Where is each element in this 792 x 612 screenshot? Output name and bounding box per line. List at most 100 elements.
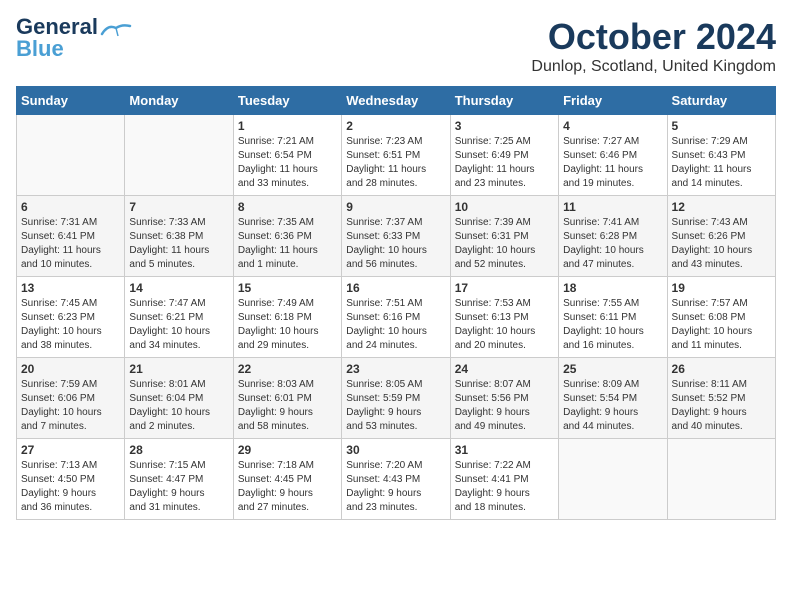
day-detail: Sunrise: 7:41 AMSunset: 6:28 PMDaylight:… — [563, 216, 662, 272]
day-number: 13 — [21, 281, 120, 295]
day-detail: Sunrise: 7:27 AMSunset: 6:46 PMDaylight:… — [563, 135, 662, 191]
day-number: 14 — [129, 281, 228, 295]
day-number: 8 — [238, 200, 337, 214]
day-number: 23 — [346, 362, 445, 376]
calendar-cell: 29Sunrise: 7:18 AMSunset: 4:45 PMDayligh… — [233, 439, 341, 520]
day-detail: Sunrise: 7:22 AMSunset: 4:41 PMDaylight:… — [455, 459, 554, 515]
calendar-cell: 15 Sunrise: 7:49 AMSunset: 6:18 PMDayligh… — [233, 277, 341, 358]
day-number: 29 — [238, 443, 337, 457]
day-detail: Sunrise: 7:20 AMSunset: 4:43 PMDaylight:… — [346, 459, 445, 515]
day-detail: Sunrise: 7:33 AMSunset: 6:38 PMDaylight:… — [129, 216, 228, 272]
day-detail: Sunrise: 8:11 AMSunset: 5:52 PMDaylight:… — [672, 378, 771, 434]
day-number: 3 — [455, 119, 554, 133]
day-detail: Sunrise: 7:57 AMSunset: 6:08 PMDaylight:… — [672, 297, 771, 353]
day-number: 21 — [129, 362, 228, 376]
calendar-cell: 17 Sunrise: 7:53 AMSunset: 6:13 PMDayligh… — [450, 277, 558, 358]
day-detail: Sunrise: 7:15 AMSunset: 4:47 PMDaylight:… — [129, 459, 228, 515]
calendar-cell: 14Sunrise: 7:47 AMSunset: 6:21 PMDayligh… — [125, 277, 233, 358]
calendar-cell: 2 Sunrise: 7:23 AMSunset: 6:51 PMDaylight… — [342, 115, 450, 196]
day-number: 27 — [21, 443, 120, 457]
calendar-cell: 25Sunrise: 8:09 AMSunset: 5:54 PMDayligh… — [559, 358, 667, 439]
weekday-header-sunday: Sunday — [17, 87, 125, 115]
day-number: 22 — [238, 362, 337, 376]
calendar-cell — [667, 439, 775, 520]
day-number: 17 — [455, 281, 554, 295]
calendar-cell: 5 Sunrise: 7:29 AMSunset: 6:43 PMDaylight… — [667, 115, 775, 196]
calendar-cell: 24Sunrise: 8:07 AMSunset: 5:56 PMDayligh… — [450, 358, 558, 439]
day-number: 20 — [21, 362, 120, 376]
day-number: 2 — [346, 119, 445, 133]
day-number: 19 — [672, 281, 771, 295]
day-number: 12 — [672, 200, 771, 214]
day-number: 10 — [455, 200, 554, 214]
weekday-header-saturday: Saturday — [667, 87, 775, 115]
calendar-cell: 7 Sunrise: 7:33 AMSunset: 6:38 PMDaylight… — [125, 196, 233, 277]
calendar-cell: 27 Sunrise: 7:13 AMSunset: 4:50 PMDayligh… — [17, 439, 125, 520]
logo-line2: Blue — [16, 38, 98, 60]
day-number: 4 — [563, 119, 662, 133]
calendar-cell: 1 Sunrise: 7:21 AMSunset: 6:54 PMDaylight… — [233, 115, 341, 196]
calendar-cell: 11 Sunrise: 7:41 AMSunset: 6:28 PMDayligh… — [559, 196, 667, 277]
day-detail: Sunrise: 7:51 AMSunset: 6:16 PMDaylight:… — [346, 297, 445, 353]
day-number: 25 — [563, 362, 662, 376]
calendar-table: SundayMondayTuesdayWednesdayThursdayFrid… — [16, 86, 776, 520]
day-number: 31 — [455, 443, 554, 457]
calendar-cell — [559, 439, 667, 520]
day-number: 18 — [563, 281, 662, 295]
calendar-cell: 31 Sunrise: 7:22 AMSunset: 4:41 PMDayligh… — [450, 439, 558, 520]
calendar-cell: 4 Sunrise: 7:27 AMSunset: 6:46 PMDaylight… — [559, 115, 667, 196]
day-detail: Sunrise: 7:59 AMSunset: 6:06 PMDaylight:… — [21, 378, 120, 434]
day-detail: Sunrise: 7:37 AMSunset: 6:33 PMDaylight:… — [346, 216, 445, 272]
day-number: 6 — [21, 200, 120, 214]
calendar-cell: 16Sunrise: 7:51 AMSunset: 6:16 PMDayligh… — [342, 277, 450, 358]
calendar-cell: 8 Sunrise: 7:35 AMSunset: 6:36 PMDaylight… — [233, 196, 341, 277]
day-detail: Sunrise: 7:35 AMSunset: 6:36 PMDaylight:… — [238, 216, 337, 272]
calendar-week-row: 20 Sunrise: 7:59 AMSunset: 6:06 PMDayligh… — [17, 358, 776, 439]
weekday-header-monday: Monday — [125, 87, 233, 115]
calendar-cell: 10 Sunrise: 7:39 AMSunset: 6:31 PMDayligh… — [450, 196, 558, 277]
weekday-header-row: SundayMondayTuesdayWednesdayThursdayFrid… — [17, 87, 776, 115]
day-detail: Sunrise: 7:31 AMSunset: 6:41 PMDaylight:… — [21, 216, 120, 272]
calendar-cell: 13Sunrise: 7:45 AMSunset: 6:23 PMDayligh… — [17, 277, 125, 358]
calendar-cell: 23Sunrise: 8:05 AMSunset: 5:59 PMDayligh… — [342, 358, 450, 439]
calendar-cell: 21 Sunrise: 8:01 AMSunset: 6:04 PMDayligh… — [125, 358, 233, 439]
calendar-cell: 26 Sunrise: 8:11 AMSunset: 5:52 PMDayligh… — [667, 358, 775, 439]
day-detail: Sunrise: 7:43 AMSunset: 6:26 PMDaylight:… — [672, 216, 771, 272]
day-detail: Sunrise: 7:49 AMSunset: 6:18 PMDaylight:… — [238, 297, 337, 353]
calendar-cell: 3Sunrise: 7:25 AMSunset: 6:49 PMDaylight… — [450, 115, 558, 196]
day-number: 11 — [563, 200, 662, 214]
header: General Blue October 2024 Dunlop, Scotla… — [16, 16, 776, 76]
day-number: 15 — [238, 281, 337, 295]
day-detail: Sunrise: 7:55 AMSunset: 6:11 PMDaylight:… — [563, 297, 662, 353]
calendar-cell — [17, 115, 125, 196]
calendar-cell — [125, 115, 233, 196]
calendar-week-row: 27 Sunrise: 7:13 AMSunset: 4:50 PMDayligh… — [17, 439, 776, 520]
day-detail: Sunrise: 7:53 AMSunset: 6:13 PMDaylight:… — [455, 297, 554, 353]
logo-bird-icon — [100, 22, 132, 44]
calendar-week-row: 1 Sunrise: 7:21 AMSunset: 6:54 PMDaylight… — [17, 115, 776, 196]
calendar-cell: 9Sunrise: 7:37 AMSunset: 6:33 PMDaylight… — [342, 196, 450, 277]
location-subtitle: Dunlop, Scotland, United Kingdom — [531, 58, 776, 76]
day-detail: Sunrise: 7:29 AMSunset: 6:43 PMDaylight:… — [672, 135, 771, 191]
day-number: 1 — [238, 119, 337, 133]
day-number: 7 — [129, 200, 228, 214]
day-detail: Sunrise: 8:07 AMSunset: 5:56 PMDaylight:… — [455, 378, 554, 434]
day-number: 5 — [672, 119, 771, 133]
day-number: 30 — [346, 443, 445, 457]
day-detail: Sunrise: 7:21 AMSunset: 6:54 PMDaylight:… — [238, 135, 337, 191]
day-detail: Sunrise: 7:39 AMSunset: 6:31 PMDaylight:… — [455, 216, 554, 272]
calendar-week-row: 6 Sunrise: 7:31 AMSunset: 6:41 PMDaylight… — [17, 196, 776, 277]
calendar-cell: 6 Sunrise: 7:31 AMSunset: 6:41 PMDaylight… — [17, 196, 125, 277]
calendar-cell: 18 Sunrise: 7:55 AMSunset: 6:11 PMDayligh… — [559, 277, 667, 358]
calendar-week-row: 13Sunrise: 7:45 AMSunset: 6:23 PMDayligh… — [17, 277, 776, 358]
weekday-header-tuesday: Tuesday — [233, 87, 341, 115]
title-area: October 2024 Dunlop, Scotland, United Ki… — [531, 16, 776, 76]
day-detail: Sunrise: 7:23 AMSunset: 6:51 PMDaylight:… — [346, 135, 445, 191]
calendar-cell: 30 Sunrise: 7:20 AMSunset: 4:43 PMDayligh… — [342, 439, 450, 520]
day-number: 26 — [672, 362, 771, 376]
calendar-cell: 20 Sunrise: 7:59 AMSunset: 6:06 PMDayligh… — [17, 358, 125, 439]
day-detail: Sunrise: 7:13 AMSunset: 4:50 PMDaylight:… — [21, 459, 120, 515]
calendar-cell: 12 Sunrise: 7:43 AMSunset: 6:26 PMDayligh… — [667, 196, 775, 277]
weekday-header-wednesday: Wednesday — [342, 87, 450, 115]
day-detail: Sunrise: 8:01 AMSunset: 6:04 PMDaylight:… — [129, 378, 228, 434]
